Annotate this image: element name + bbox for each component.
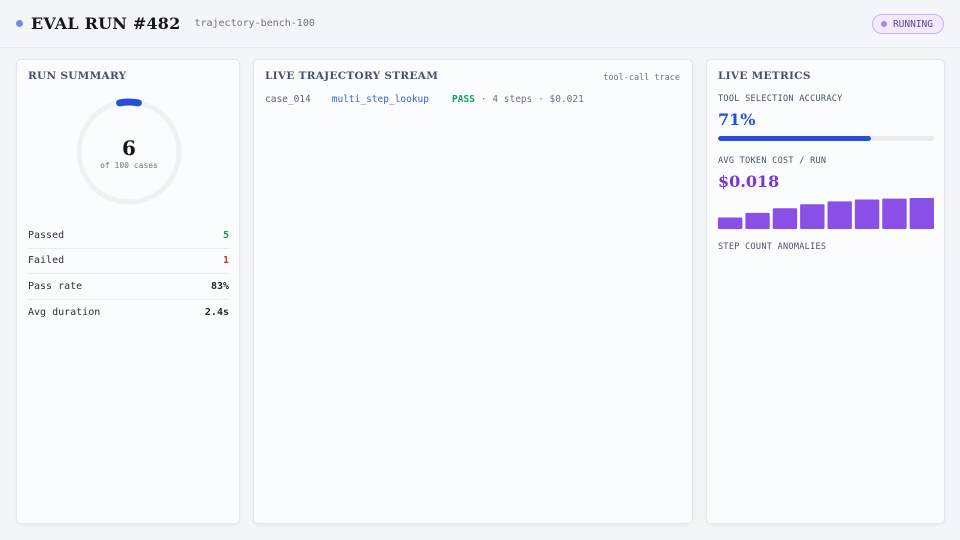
run-title: EVAL RUN #482 <box>31 14 181 33</box>
stat-row-pass-rate: Pass rate 83% <box>28 274 229 300</box>
token-cost-sparkbars <box>718 198 934 229</box>
top-bar: EVAL RUN #482 trajectory-bench-100 RUNNI… <box>0 0 960 48</box>
tool-name: multi_step_lookup <box>331 94 429 105</box>
stat-row-passed: Passed 5 <box>28 223 229 249</box>
step-anomalies-label: STEP COUNT ANOMALIES <box>718 242 827 252</box>
token-cost-bar <box>882 198 907 229</box>
token-cost-bar <box>800 204 825 229</box>
trajectory-row[interactable]: case_014 multi_step_lookup PASS · 4 step… <box>265 94 584 105</box>
status-label: RUNNING <box>892 18 933 30</box>
trace-meta: · 4 steps · $0.021 <box>480 94 584 105</box>
stat-value: 83% <box>210 280 229 292</box>
accuracy-value: 71% <box>718 110 756 129</box>
trajectory-stream-panel: LIVE TRAJECTORY STREAM tool-call trace c… <box>253 59 693 524</box>
summary-stats: Passed 5 Failed 1 Pass rate 83% Avg dura… <box>28 223 229 325</box>
stat-row-avg-duration: Avg duration 2.4s <box>28 300 229 326</box>
token-cost-bar <box>854 199 880 229</box>
stat-value: 5 <box>222 229 229 241</box>
progress-ring-arc <box>116 98 142 107</box>
accuracy-bar-track <box>718 136 934 141</box>
stat-value: 2.4s <box>204 306 229 318</box>
completed-count: 6 <box>122 136 136 160</box>
token-cost-bar <box>772 208 798 229</box>
stat-row-failed: Failed 1 <box>28 249 229 274</box>
token-cost-value: $0.018 <box>718 172 780 191</box>
token-cost-label: AVG TOKEN COST / RUN <box>718 156 827 166</box>
status-badge: RUNNING <box>871 14 944 34</box>
trace-type-label: tool-call trace <box>603 73 680 83</box>
token-cost-bar <box>745 212 770 229</box>
token-cost-bar <box>827 201 852 229</box>
live-dot-icon <box>16 20 23 27</box>
trajectory-stream-title: LIVE TRAJECTORY STREAM <box>265 70 439 82</box>
stat-label: Avg duration <box>28 306 101 318</box>
accuracy-label: TOOL SELECTION ACCURACY <box>718 94 843 104</box>
token-cost-bar <box>718 217 743 229</box>
status-dot-icon <box>880 21 887 27</box>
run-summary-panel: RUN SUMMARY 6 of 100 cases Passed 5 Fail… <box>16 59 240 524</box>
stat-label: Passed <box>28 229 65 241</box>
stat-label: Pass rate <box>28 280 83 292</box>
stat-value: 1 <box>222 255 229 267</box>
benchmark-name: trajectory-bench-100 <box>194 18 315 29</box>
token-cost-bar <box>909 198 934 229</box>
result-badge: PASS <box>452 94 475 105</box>
live-metrics-title: LIVE METRICS <box>718 70 811 82</box>
run-summary-title: RUN SUMMARY <box>28 70 127 82</box>
case-id: case_014 <box>265 94 311 105</box>
total-cases-label: of 100 cases <box>100 161 158 170</box>
stat-label: Failed <box>28 255 65 267</box>
accuracy-bar-fill <box>718 136 872 141</box>
live-metrics-panel: LIVE METRICS TOOL SELECTION ACCURACY 71%… <box>706 59 945 524</box>
